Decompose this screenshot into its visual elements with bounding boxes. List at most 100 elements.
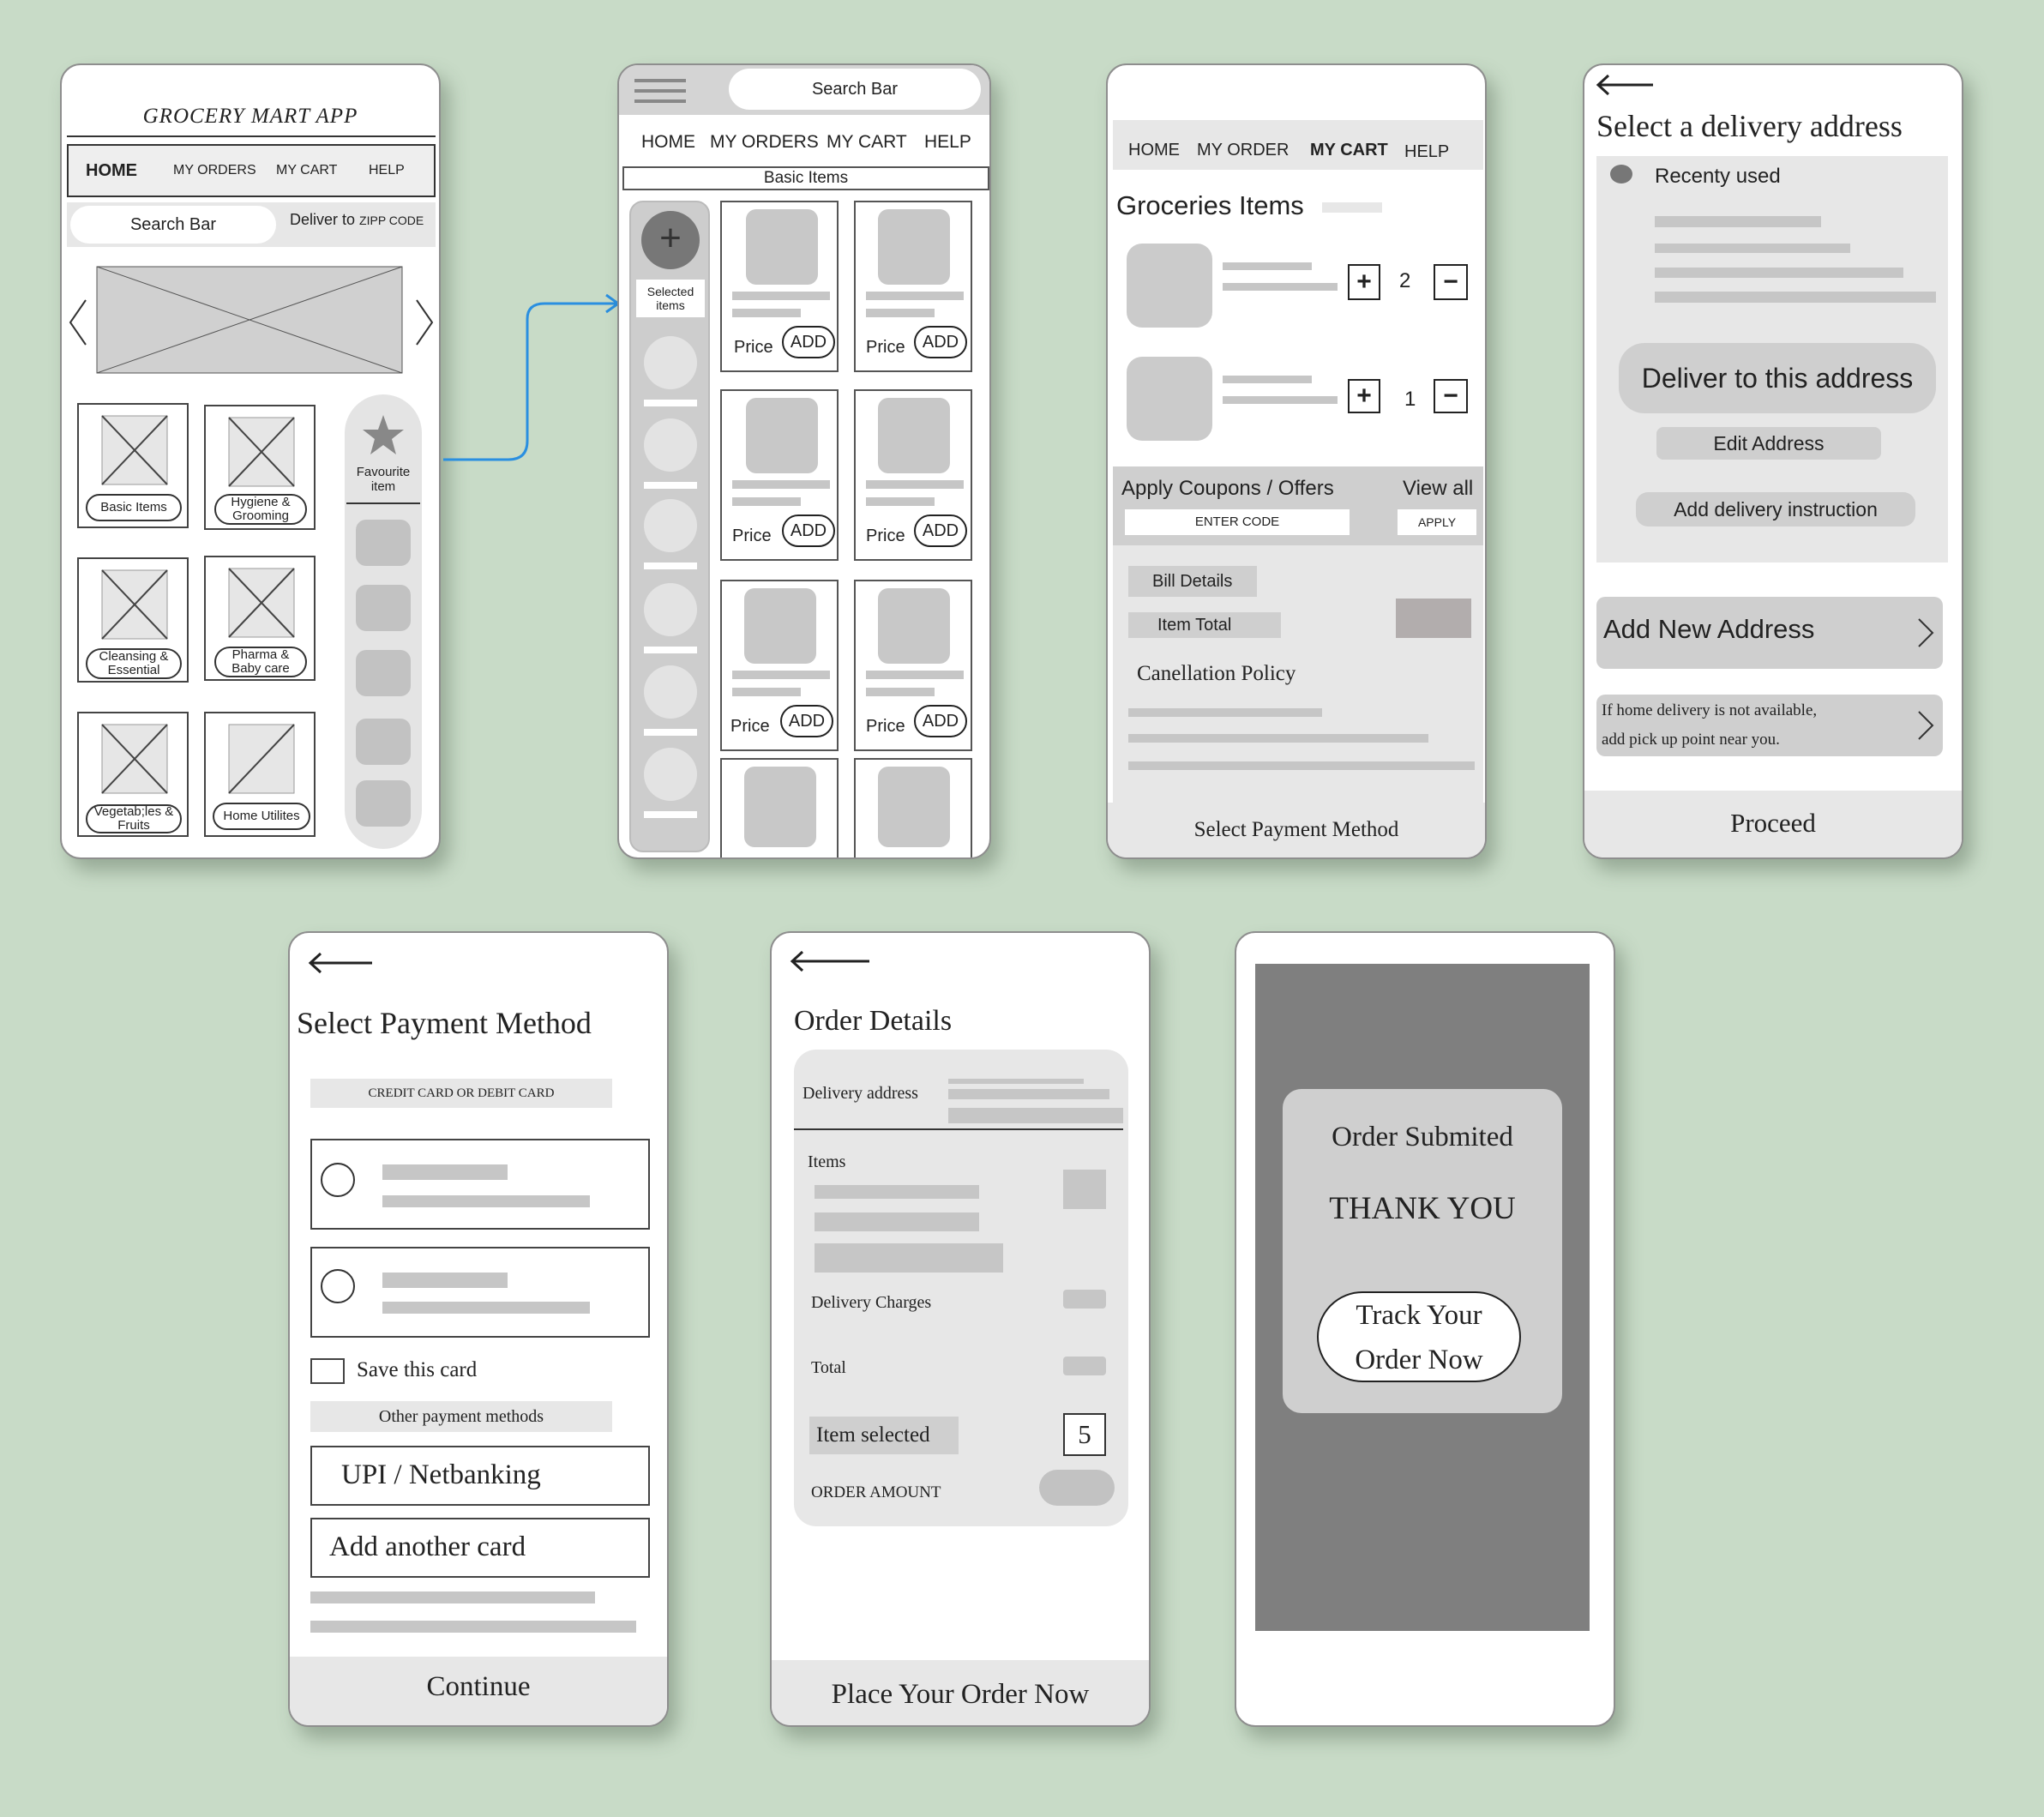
selected-item[interactable]	[644, 418, 697, 472]
chevron-right-icon[interactable]	[413, 297, 436, 348]
quantity: 1	[1404, 388, 1416, 411]
add-another-card-option[interactable]: Add another card	[310, 1518, 650, 1578]
nav-my-cart[interactable]: MY CART	[827, 132, 907, 153]
selected-item[interactable]	[644, 748, 697, 801]
cart-item-image	[1127, 244, 1212, 328]
minus-button[interactable]: −	[1434, 264, 1468, 300]
selected-item[interactable]	[644, 665, 697, 719]
upi-netbanking-option[interactable]: UPI / Netbanking	[310, 1446, 650, 1506]
product-image	[744, 767, 816, 847]
favourite-slot[interactable]	[356, 520, 411, 566]
search-bar[interactable]: Search Bar	[729, 69, 981, 110]
add-button[interactable]: ADD	[782, 326, 835, 358]
top-nav: HOME MY ORDERS MY CART HELP	[67, 144, 436, 197]
product-card[interactable]	[720, 758, 839, 857]
category-pharma-baby-care[interactable]: Pharma & Baby care	[204, 556, 316, 681]
radio-button[interactable]	[321, 1163, 355, 1197]
favourite-slot[interactable]	[356, 650, 411, 696]
menu-icon[interactable]	[634, 79, 686, 105]
saved-card-option[interactable]	[310, 1139, 650, 1230]
product-card[interactable]: Price ADD	[854, 389, 972, 561]
nav-help[interactable]: HELP	[924, 132, 971, 153]
category-vegetables-fruits[interactable]: Vegetab;les & Fruits	[77, 712, 189, 837]
search-bar[interactable]: Search Bar	[70, 206, 276, 244]
deliver-to-address-button[interactable]: Deliver to this address	[1619, 343, 1936, 413]
plus-button[interactable]: +	[1348, 264, 1380, 300]
product-card[interactable]: Price ADD	[854, 580, 972, 751]
price-label: Price	[866, 526, 905, 545]
category-home-utilities[interactable]: Home Utilites	[204, 712, 316, 837]
add-button[interactable]: ADD	[914, 514, 967, 547]
apply-button[interactable]: APPLY	[1398, 509, 1476, 535]
nav-help[interactable]: HELP	[1404, 142, 1449, 162]
category-label: Vegetab;les & Fruits	[86, 804, 182, 833]
total-value	[1063, 1357, 1106, 1375]
nav-home[interactable]: HOME	[86, 161, 137, 181]
nav-help[interactable]: HELP	[369, 163, 405, 178]
deliver-to[interactable]: Deliver to ZIPP CODE	[290, 211, 424, 229]
product-card[interactable]	[854, 758, 972, 857]
favourite-slot[interactable]	[356, 719, 411, 765]
nav-my-order[interactable]: MY ORDER	[1197, 141, 1289, 160]
select-payment-button[interactable]: Select Payment Method	[1108, 803, 1485, 857]
nav-home[interactable]: HOME	[641, 132, 695, 153]
edit-address-button[interactable]: Edit Address	[1656, 427, 1881, 460]
product-card[interactable]: Price ADD	[720, 389, 839, 561]
track-order-button[interactable]: Track Your Order Now	[1317, 1291, 1521, 1382]
nav-my-orders[interactable]: MY ORDERS	[710, 132, 819, 153]
nav-my-cart[interactable]: MY CART	[276, 163, 337, 178]
coupon-code-input[interactable]: ENTER CODE	[1125, 509, 1350, 535]
back-arrow-icon[interactable]	[1595, 74, 1655, 96]
pickup-point-option[interactable]: If home delivery is not available, add p…	[1596, 695, 1943, 756]
nav-home[interactable]: HOME	[1128, 141, 1180, 160]
screen-order-details: Order Details Delivery address Items Del…	[770, 931, 1151, 1727]
add-button[interactable]: ADD	[914, 326, 967, 358]
cancellation-policy: Canellation Policy	[1137, 662, 1296, 685]
back-arrow-icon[interactable]	[789, 950, 871, 972]
category-basic-items[interactable]: Basic Items	[77, 403, 189, 528]
product-image	[744, 588, 816, 664]
radio-selected-icon[interactable]	[1610, 165, 1632, 184]
price-label: Price	[866, 717, 905, 736]
back-arrow-icon[interactable]	[307, 952, 374, 974]
continue-button[interactable]: Continue	[290, 1657, 667, 1725]
pickup-line1: If home delivery is not available,	[1602, 701, 1818, 719]
proceed-button[interactable]: Proceed	[1584, 791, 1962, 857]
product-card[interactable]: Price ADD	[854, 201, 972, 372]
selected-items-rail: + Selected items	[629, 201, 710, 852]
minus-button[interactable]: −	[1434, 379, 1468, 413]
add-button[interactable]: ADD	[780, 705, 833, 737]
selected-item[interactable]	[644, 583, 697, 636]
delivery-address-label: Delivery address	[803, 1084, 918, 1103]
selected-item[interactable]	[644, 499, 697, 552]
selected-items-label: Selected items	[636, 280, 705, 317]
order-amount-label: ORDER AMOUNT	[811, 1483, 941, 1501]
favourite-slot[interactable]	[356, 780, 411, 827]
saved-card-option[interactable]	[310, 1247, 650, 1338]
add-new-address-label: Add New Address	[1603, 614, 1815, 644]
pickup-line2: add pick up point near you.	[1602, 731, 1780, 749]
radio-button[interactable]	[321, 1269, 355, 1303]
star-icon[interactable]	[362, 413, 405, 456]
add-button[interactable]: ADD	[914, 705, 967, 737]
product-image	[878, 209, 950, 285]
plus-button[interactable]: +	[1348, 379, 1380, 413]
category-cleansing-essential[interactable]: Cleansing & Essential	[77, 557, 189, 683]
nav-my-orders[interactable]: MY ORDERS	[173, 163, 256, 178]
add-button[interactable]: ADD	[782, 514, 835, 547]
view-all-link[interactable]: View all	[1403, 477, 1473, 501]
place-order-button[interactable]: Place Your Order Now	[772, 1660, 1149, 1725]
category-hygiene-grooming[interactable]: Hygiene & Grooming	[204, 405, 316, 530]
save-card-checkbox[interactable]	[310, 1358, 345, 1384]
chevron-left-icon[interactable]	[67, 297, 89, 348]
add-new-address-button[interactable]: Add New Address	[1596, 597, 1943, 669]
selected-item[interactable]	[644, 336, 697, 389]
product-card[interactable]: Price ADD	[720, 580, 839, 751]
product-card[interactable]: Price ADD	[720, 201, 839, 372]
plus-icon[interactable]: +	[641, 211, 700, 269]
item-count: 5	[1063, 1413, 1106, 1456]
product-image	[878, 588, 950, 664]
favourite-slot[interactable]	[356, 585, 411, 631]
nav-my-cart[interactable]: MY CART	[1310, 141, 1388, 160]
add-delivery-instruction-button[interactable]: Add delivery instruction	[1636, 492, 1915, 526]
